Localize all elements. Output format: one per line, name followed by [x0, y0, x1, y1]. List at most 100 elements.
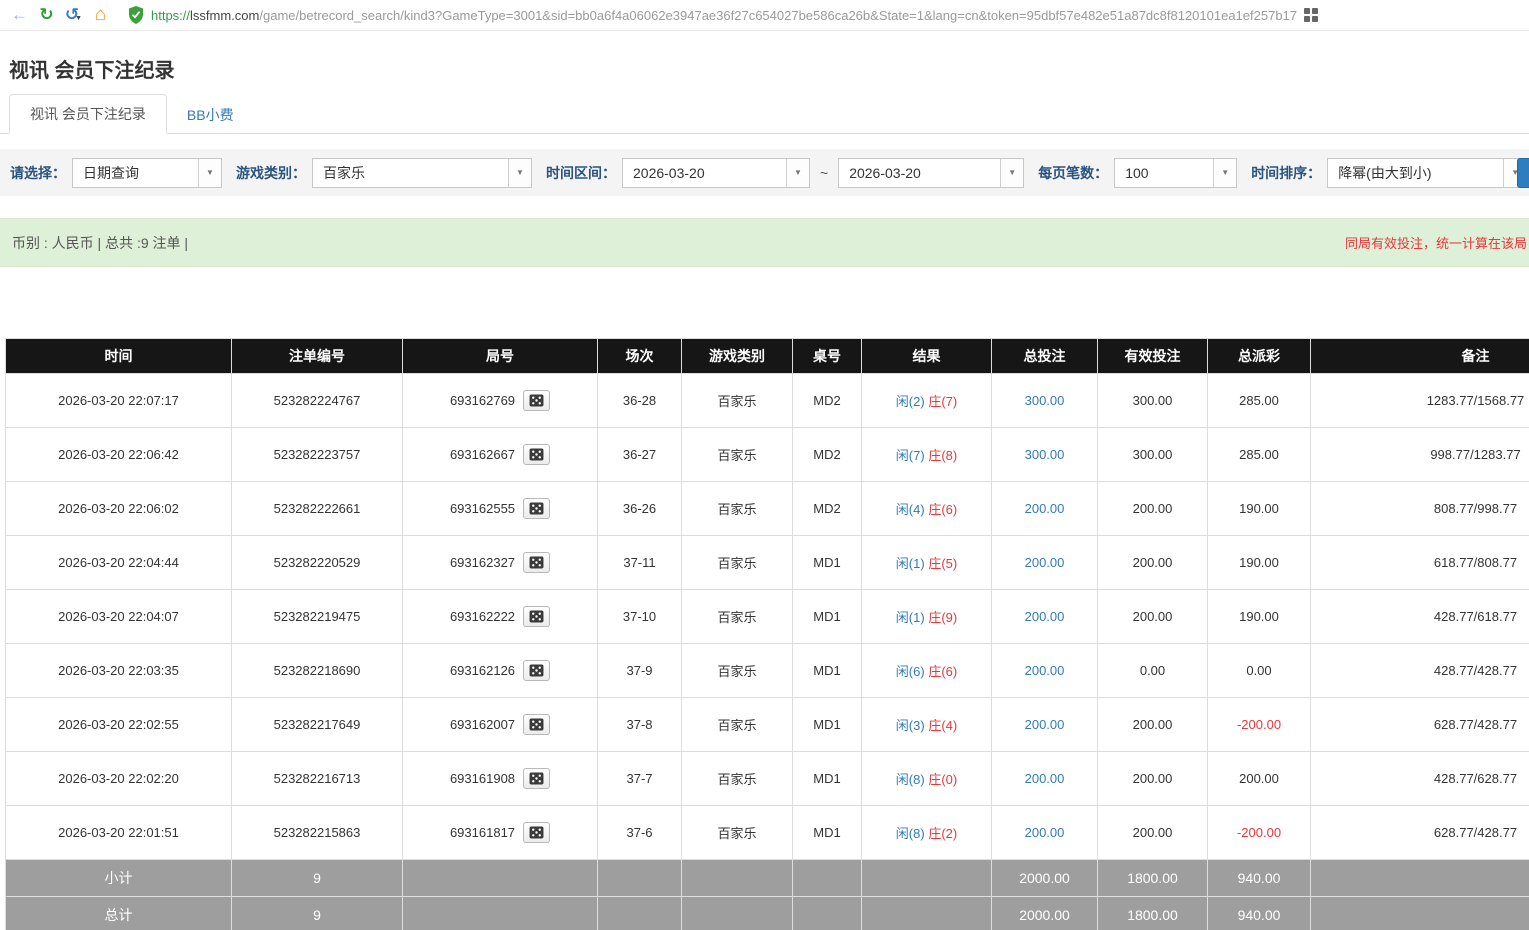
cell-payout: 285.00 [1208, 428, 1311, 482]
cell-remark: 428.77/628.77 [1311, 752, 1529, 806]
round-detail-button[interactable] [523, 768, 550, 789]
round-detail-button[interactable] [523, 444, 550, 465]
cell-valid-bet: 200.00 [1098, 590, 1208, 644]
total-bet-link[interactable]: 200.00 [1025, 717, 1065, 732]
total-empty [598, 897, 682, 930]
result-player: 闲(1) [896, 610, 925, 625]
round-detail-button[interactable] [523, 714, 550, 735]
extensions-grid-icon[interactable] [1303, 7, 1319, 23]
cell-session: 37-8 [598, 698, 682, 752]
round-number: 693161817 [450, 825, 515, 840]
time-sort-select[interactable]: 降幂(由大到小) ▼ [1327, 158, 1527, 188]
cell-result: 闲(1) 庄(9) [862, 590, 992, 644]
subtotal-row: 小计 9 2000.00 1800.00 940.00 [6, 860, 1529, 897]
cell-remark: 628.77/428.77 [1311, 698, 1529, 752]
total-empty [682, 897, 793, 930]
chevron-down-icon[interactable]: ▼ [508, 159, 531, 187]
cell-remark: 428.77/428.77 [1311, 644, 1529, 698]
per-page-select[interactable]: 100 ▼ [1114, 158, 1237, 188]
chevron-down-icon[interactable]: ▼ [1000, 159, 1023, 187]
cell-result: 闲(8) 庄(2) [862, 806, 992, 860]
url-scheme: https:// [151, 8, 190, 23]
round-detail-button[interactable] [523, 660, 550, 681]
summary-currency-count: 币别 : 人民币 | 总共 :9 注单 | [12, 233, 188, 253]
date-to-input[interactable]: 2026-03-20 ▼ [838, 158, 1024, 188]
secure-shield-icon [128, 6, 144, 24]
subtotal-payout: 940.00 [1208, 860, 1311, 897]
cell-result: 闲(8) 庄(0) [862, 752, 992, 806]
date-range-tilde: ~ [820, 165, 828, 181]
date-from-value: 2026-03-20 [623, 159, 786, 187]
summary-bar: 币别 : 人民币 | 总共 :9 注单 | 同局有效投注，统一计算在该局 [0, 218, 1529, 267]
game-type-select[interactable]: 百家乐 ▼ [312, 158, 532, 188]
total-empty [793, 897, 862, 930]
result-banker: 庄(7) [928, 394, 957, 409]
dice-icon [529, 610, 544, 623]
total-bet-link[interactable]: 200.00 [1025, 609, 1065, 624]
round-detail-button[interactable] [523, 498, 550, 519]
date-from-input[interactable]: 2026-03-20 ▼ [622, 158, 810, 188]
result-banker: 庄(0) [928, 772, 957, 787]
round-detail-button[interactable] [523, 552, 550, 573]
result-banker: 庄(4) [928, 718, 957, 733]
cell-round-no: 693162126 [403, 644, 598, 698]
home-icon[interactable]: ⌂ [87, 2, 114, 29]
cell-table-no: MD1 [793, 698, 862, 752]
chevron-down-icon[interactable]: ▼ [1213, 159, 1236, 187]
tab-bet-records[interactable]: 视讯 会员下注纪录 [9, 94, 167, 134]
cell-payout: 190.00 [1208, 482, 1311, 536]
reload-icon[interactable]: ↻ [33, 2, 60, 29]
search-button-partial[interactable] [1517, 158, 1529, 188]
round-number: 693162667 [450, 447, 515, 462]
url-domain: lssfmm.com [190, 8, 259, 23]
cell-time: 2026-03-20 22:06:02 [6, 482, 232, 536]
total-valid-bet: 1800.00 [1098, 897, 1208, 930]
total-bet-link[interactable]: 200.00 [1025, 771, 1065, 786]
header-cell: 场次 [598, 339, 682, 374]
back-icon[interactable]: ← [6, 2, 33, 29]
undo-dropdown-caret[interactable]: ▼ [75, 15, 82, 22]
round-detail-button[interactable] [523, 390, 550, 411]
undo-icon[interactable]: ↺▼ [60, 2, 87, 29]
total-empty [862, 897, 992, 930]
subtotal-count: 9 [232, 860, 403, 897]
cell-total-bet: 200.00 [992, 590, 1098, 644]
total-bet-link[interactable]: 300.00 [1025, 447, 1065, 462]
date-mode-select[interactable]: 日期查询 ▼ [72, 158, 222, 188]
cell-time: 2026-03-20 22:07:17 [6, 374, 232, 428]
cell-result: 闲(3) 庄(4) [862, 698, 992, 752]
total-bet-link[interactable]: 200.00 [1025, 825, 1065, 840]
result-player: 闲(6) [896, 664, 925, 679]
cell-round-no: 693162007 [403, 698, 598, 752]
header-cell: 时间 [6, 339, 232, 374]
cell-bet-no: 523282220529 [232, 536, 403, 590]
round-detail-button[interactable] [523, 606, 550, 627]
address-bar[interactable]: https://lssfmm.com/game/betrecord_search… [128, 6, 1523, 24]
subtotal-empty [862, 860, 992, 897]
tab-bb-tip[interactable]: BB小费 [167, 96, 254, 134]
cell-round-no: 693162667 [403, 428, 598, 482]
total-bet-link[interactable]: 200.00 [1025, 663, 1065, 678]
cell-round-no: 693162222 [403, 590, 598, 644]
filter-bar: 请选择： 日期查询 ▼ 游戏类别： 百家乐 ▼ 时间区间： 2026-03-20… [0, 149, 1529, 196]
cell-session: 36-27 [598, 428, 682, 482]
chevron-down-icon[interactable]: ▼ [198, 159, 221, 187]
header-cell: 游戏类别 [682, 339, 793, 374]
chevron-down-icon[interactable]: ▼ [786, 159, 809, 187]
total-bet-link[interactable]: 300.00 [1025, 393, 1065, 408]
result-player: 闲(1) [896, 556, 925, 571]
round-detail-button[interactable] [523, 822, 550, 843]
total-bet-link[interactable]: 200.00 [1025, 555, 1065, 570]
per-page-value: 100 [1115, 159, 1213, 187]
cell-payout: 285.00 [1208, 374, 1311, 428]
total-bet-link[interactable]: 200.00 [1025, 501, 1065, 516]
tab-bar: 视讯 会员下注纪录 BB小费 [0, 97, 1529, 134]
cell-table-no: MD1 [793, 644, 862, 698]
round-number: 693162126 [450, 663, 515, 678]
filter-label-time-range: 时间区间： [546, 163, 616, 183]
time-sort-value: 降幂(由大到小) [1328, 159, 1503, 187]
cell-payout: 200.00 [1208, 752, 1311, 806]
url-text: https://lssfmm.com/game/betrecord_search… [151, 8, 1297, 23]
subtotal-label: 小计 [6, 860, 232, 897]
cell-time: 2026-03-20 22:06:42 [6, 428, 232, 482]
